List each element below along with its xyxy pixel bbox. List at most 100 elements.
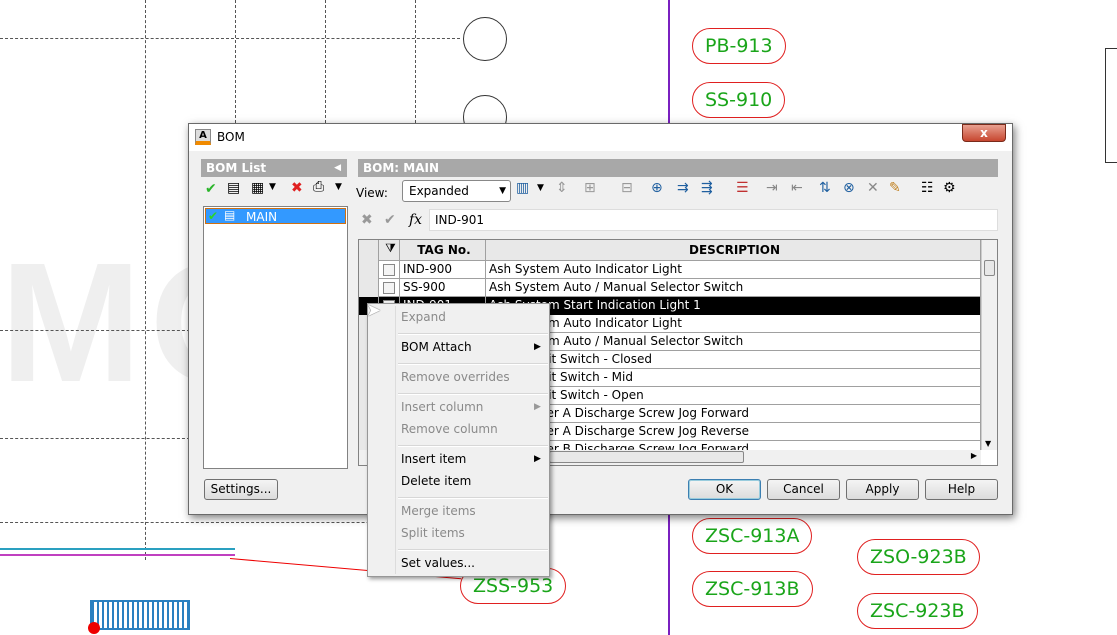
tag-cell[interactable]: IND-900	[400, 261, 486, 279]
table-row[interactable]: IND-900 Ash System Auto Indicator Light	[359, 261, 981, 279]
column-header-description[interactable]: DESCRIPTION	[486, 240, 981, 261]
description-cell[interactable]: Ash Hopper A Discharge Screw Jog Reverse	[486, 423, 981, 441]
dialog-title: BOM	[217, 130, 245, 144]
insert-row-icon[interactable]: ⇉	[677, 180, 689, 196]
print-icon[interactable]: ⎙	[313, 179, 324, 195]
cad-label: ZSC-923B	[857, 593, 978, 629]
ok-button[interactable]: OK	[688, 479, 761, 500]
chevron-down-icon[interactable]: ▼	[335, 182, 342, 192]
menu-separator	[398, 497, 548, 499]
accept-edit-icon[interactable]: ✔	[384, 212, 396, 228]
settings-icon[interactable]: ⚙	[943, 180, 956, 196]
close-button[interactable]: x	[962, 124, 1006, 142]
grid-header: ⧩ TAG No. DESCRIPTION	[359, 240, 981, 261]
clear-icon[interactable]: ✕	[867, 180, 879, 196]
cancel-edit-icon[interactable]: ✖	[361, 212, 373, 228]
sort-icon[interactable]: ⇕	[556, 180, 568, 196]
columns-icon[interactable]: ▥	[516, 180, 529, 196]
view-label: View:	[356, 186, 388, 200]
check-icon: ✔	[208, 209, 219, 223]
sort-az-icon[interactable]: ⇅	[819, 180, 831, 196]
formula-input[interactable]: IND-901	[429, 209, 998, 231]
list-icon[interactable]: ☷	[921, 180, 934, 196]
menu-item-insert-column[interactable]: Insert column	[401, 400, 483, 414]
apply-button[interactable]: Apply	[846, 479, 919, 500]
menu-item-split-items[interactable]: Split items	[401, 526, 465, 540]
menu-item-bom-attach[interactable]: BOM Attach	[401, 340, 472, 354]
bom-list-item-main[interactable]: ✔ ▤ MAIN	[205, 208, 346, 224]
merge-icon[interactable]: ⇥	[766, 180, 778, 196]
add-item-icon[interactable]: ⊕	[651, 180, 663, 196]
menu-separator	[398, 549, 548, 551]
insert-column-icon[interactable]: ⇶	[701, 180, 713, 196]
row-header[interactable]	[359, 279, 379, 297]
menu-item-set-values[interactable]: Set values...	[401, 556, 475, 570]
view-select[interactable]: Expanded ▼	[402, 180, 511, 202]
bom-list-item-label: MAIN	[246, 210, 278, 224]
chevron-down-icon[interactable]: ▼	[537, 183, 544, 193]
cad-label: PB-913	[692, 28, 786, 64]
check-icon[interactable]: ✔	[205, 181, 217, 197]
mouse-cursor-icon: ➤	[366, 300, 382, 321]
menu-item-remove-overrides[interactable]: Remove overrides	[401, 370, 510, 384]
chevron-down-icon: ▼	[499, 186, 506, 196]
menu-separator	[398, 333, 548, 335]
menu-item-insert-item[interactable]: Insert item	[401, 452, 466, 466]
cancel-button[interactable]: Cancel	[767, 479, 840, 500]
edit-icon[interactable]: ✎	[889, 180, 901, 196]
row-checkbox[interactable]	[379, 261, 400, 279]
bom-panel-header: BOM: MAIN	[358, 159, 998, 177]
bom-table-icon[interactable]: ▤	[227, 180, 240, 196]
description-cell[interactable]: Grate Limit Switch - Open	[486, 387, 981, 405]
new-bom-icon[interactable]: ▦	[251, 180, 264, 196]
settings-button[interactable]: Settings...	[204, 479, 278, 500]
filter-icon[interactable]: ⧩	[379, 240, 400, 261]
filter-icon[interactable]: ⊗	[843, 180, 855, 196]
menu-separator	[398, 393, 548, 395]
delete-row-icon[interactable]: ☰	[736, 180, 749, 196]
bom-list: ✔ ▤ MAIN	[203, 206, 348, 469]
submenu-arrow-icon: ▶	[534, 342, 541, 352]
row-checkbox[interactable]	[379, 279, 400, 297]
description-cell[interactable]: Grate Limit Switch - Mid	[486, 369, 981, 387]
menu-item-expand[interactable]: Expand	[401, 310, 446, 324]
bom-dialog: A BOM x BOM List ◀ ✔ ▤ ▦ ▼ ✖ ⎙ ▼ ✔ ▤ MAIN…	[188, 123, 1013, 515]
table-row[interactable]: SS-900 Ash System Auto / Manual Selector …	[359, 279, 981, 297]
function-icon: fx	[409, 212, 423, 228]
cad-label: ZSO-923B	[857, 539, 980, 575]
description-cell[interactable]: Ash System Auto Indicator Light	[486, 315, 981, 333]
bom-list-title: BOM List	[206, 161, 267, 175]
delete-icon[interactable]: ✖	[291, 180, 303, 196]
menu-item-merge-items[interactable]: Merge items	[401, 504, 476, 518]
row-header[interactable]	[359, 261, 379, 279]
view-select-value: Expanded	[409, 184, 469, 198]
split-icon[interactable]: ⇤	[791, 180, 803, 196]
description-cell[interactable]: Ash System Auto Indicator Light	[486, 261, 981, 279]
submenu-arrow-icon: ▶	[534, 402, 541, 412]
cad-label: ZSC-913A	[692, 518, 813, 554]
context-menu: Expand BOM Attach ▶ Remove overrides Insert …	[367, 303, 550, 577]
title-bar[interactable]: A BOM x	[189, 124, 1012, 151]
help-button[interactable]: Help	[925, 479, 998, 500]
chevron-down-icon[interactable]: ▼	[269, 182, 276, 192]
submenu-arrow-icon: ▶	[534, 454, 541, 464]
menu-separator	[398, 445, 548, 447]
description-cell[interactable]: Ash System Auto / Manual Selector Switch	[486, 279, 981, 297]
column-header-tag[interactable]: TAG No.	[400, 240, 486, 261]
collapse-icon[interactable]: ◀	[334, 159, 341, 177]
vertical-scrollbar[interactable]: ▼	[981, 240, 997, 450]
description-cell[interactable]: Grate Limit Switch - Closed	[486, 351, 981, 369]
menu-item-delete-item[interactable]: Delete item	[401, 474, 471, 488]
description-cell[interactable]: Ash Hopper A Discharge Screw Jog Forward	[486, 405, 981, 423]
bom-list-header: BOM List ◀	[201, 159, 347, 177]
cad-label: ZSC-913B	[692, 571, 813, 607]
table-icon: ▤	[224, 208, 236, 222]
cad-label: SS-910	[692, 82, 786, 118]
menu-separator	[398, 363, 548, 365]
menu-item-remove-column[interactable]: Remove column	[401, 422, 498, 436]
description-cell[interactable]: Ash System Auto / Manual Selector Switch	[486, 333, 981, 351]
group-icon[interactable]: ⊞	[584, 180, 596, 196]
tag-cell[interactable]: SS-900	[400, 279, 486, 297]
ungroup-icon[interactable]: ⊟	[621, 180, 633, 196]
description-cell[interactable]: Ash System Start Indication Light 1	[486, 297, 981, 315]
